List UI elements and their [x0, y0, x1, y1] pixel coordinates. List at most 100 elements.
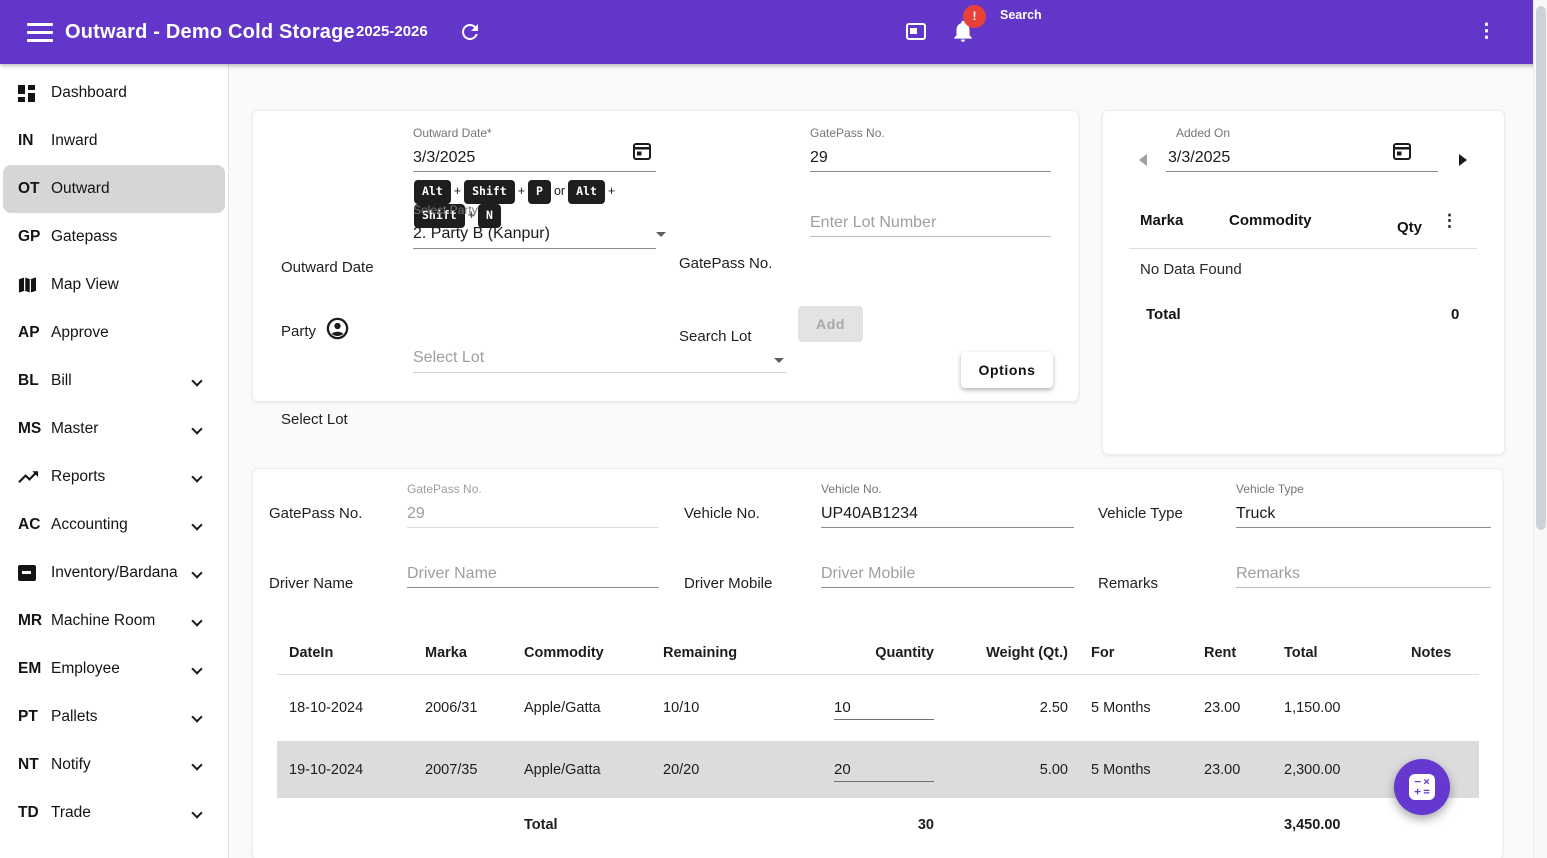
party-selected-value: 2. Party B (Kanpur) [413, 222, 656, 249]
added-on-field-group: Added On [1166, 127, 1438, 172]
driver-name-field-group [407, 561, 659, 588]
driver-name-label: Driver Name [269, 575, 353, 592]
search-lot-input[interactable] [810, 210, 1051, 237]
no-data-text: No Data Found [1140, 261, 1242, 278]
page-title: Outward - Demo Cold Storage [65, 0, 355, 64]
chevron-down-icon [191, 759, 202, 770]
person-icon [326, 317, 349, 340]
sidebar-item-outward[interactable]: OT Outward [3, 165, 225, 213]
scrollbar-thumb[interactable] [1536, 6, 1546, 530]
col-rent: Rent [1204, 645, 1284, 661]
footer-total-quantity: 30 [834, 817, 934, 833]
driver-mobile-input[interactable] [821, 561, 1074, 588]
vehicle-type-floating-label: Vehicle Type [1236, 483, 1491, 495]
vehicle-no-floating-label: Vehicle No. [821, 483, 1074, 495]
col-quantity: Quantity [834, 645, 934, 661]
sidebar-item-bill[interactable]: BL Bill [3, 357, 225, 405]
calendar-icon[interactable] [1392, 141, 1412, 161]
select-lot-select[interactable]: Select Lot [413, 346, 786, 373]
cell-rent: 23.00 [1204, 762, 1284, 778]
gatepass-field-group: GatePass No. [810, 127, 1051, 172]
cell-total: 1,150.00 [1284, 700, 1411, 716]
quantity-input[interactable] [834, 696, 934, 720]
col-datein: DateIn [277, 645, 425, 661]
added-on-panel-card: Added On Marka Commodity Qty ⋮ No Data F… [1102, 110, 1505, 455]
kbd-p: P [528, 180, 551, 204]
calendar-icon[interactable] [632, 141, 652, 161]
driver-mobile-label: Driver Mobile [684, 575, 772, 592]
table-footer-row: Total 30 3,450.00 [277, 798, 1479, 852]
sidebar-item-reports[interactable]: Reports [3, 453, 225, 501]
calculator-icon: −×+= [1409, 774, 1435, 800]
calculator-fab-button[interactable]: −×+= [1394, 759, 1450, 815]
sidebar-item-map-view[interactable]: Map View [3, 261, 225, 309]
footer-total-label: Total [524, 817, 663, 833]
col-for: For [1091, 645, 1204, 661]
search-lot-field-group [810, 210, 1051, 237]
options-button[interactable]: Options [961, 352, 1053, 388]
col-marka: Marka [425, 645, 524, 661]
sidebar-item-machine-room[interactable]: MR Machine Room [3, 597, 225, 645]
sidebar-item-inventory-bardana[interactable]: Inventory/Bardana [3, 549, 225, 597]
chevron-down-icon [191, 663, 202, 674]
lots-table-header: DateIn Marka Commodity Remaining Quantit… [277, 631, 1479, 675]
cell-total: 2,300.00 [1284, 762, 1411, 778]
menu-icon[interactable] [27, 23, 53, 42]
cell-datein: 19-10-2024 [277, 762, 425, 778]
gatepass-details-card: GatePass No. GatePass No. Vehicle No. Ve… [252, 468, 1503, 858]
remarks-input[interactable] [1236, 561, 1491, 588]
kbd-alt: Alt [414, 180, 451, 204]
quantity-input[interactable] [834, 758, 934, 782]
chevron-down-icon [191, 711, 202, 722]
outward-date-input[interactable] [413, 145, 656, 172]
vehicle-no-input[interactable] [821, 501, 1074, 528]
sidebar-item-dashboard[interactable]: Dashboard [3, 69, 225, 117]
added-on-floating-label: Added On [1166, 127, 1438, 139]
sidebar-item-trade[interactable]: TD Trade [3, 789, 225, 837]
fiscal-year-label[interactable]: 2025-2026 [356, 0, 428, 64]
panel-overflow-menu-icon[interactable]: ⋮ [1441, 211, 1458, 231]
cell-remaining: 10/10 [663, 700, 834, 716]
add-button[interactable]: Add [798, 306, 863, 342]
vehicle-type-input[interactable] [1236, 501, 1491, 528]
previous-day-arrow[interactable] [1139, 154, 1147, 166]
sidebar-item-employee[interactable]: EM Employee [3, 645, 225, 693]
refresh-icon[interactable] [458, 20, 482, 44]
gatepass-disabled-field-group: GatePass No. [407, 483, 659, 528]
gatepass-no-input[interactable] [810, 145, 1051, 172]
sidebar-item-pallets[interactable]: PT Pallets [3, 693, 225, 741]
sidebar-item-accounting[interactable]: AC Accounting [3, 501, 225, 549]
party-select[interactable]: Select Party 2. Party B (Kanpur) [413, 204, 656, 249]
gatepass-floating-label: GatePass No. [810, 127, 1051, 139]
added-col-qty: Qty [1397, 219, 1422, 236]
inventory-box-icon [18, 565, 45, 581]
sidebar-item-inward[interactable]: IN Inward [3, 117, 225, 165]
col-weight: Weight (Qt.) [934, 645, 1068, 661]
search-label[interactable]: Search [1000, 8, 1042, 22]
cell-rent: 23.00 [1204, 700, 1284, 716]
sidebar-item-notify[interactable]: NT Notify [3, 741, 225, 789]
reader-mode-icon[interactable] [906, 23, 926, 40]
overflow-menu-icon[interactable]: ⋮ [1477, 19, 1496, 45]
driver-name-input[interactable] [407, 561, 659, 588]
map-icon [18, 276, 45, 294]
cell-commodity: Apple/Gatta [524, 700, 663, 716]
sidebar-item-master[interactable]: MS Master [3, 405, 225, 453]
next-day-arrow[interactable] [1459, 154, 1467, 166]
trending-chart-icon [18, 470, 45, 484]
col-total: Total [1284, 645, 1411, 661]
cell-datein: 18-10-2024 [277, 700, 425, 716]
cell-weight: 2.50 [934, 700, 1068, 716]
remarks-label: Remarks [1098, 575, 1158, 592]
table-row: 18-10-2024 2006/31 Apple/Gatta 10/10 2.5… [277, 675, 1479, 741]
cell-marka: 2007/35 [425, 762, 524, 778]
col-commodity: Commodity [524, 645, 663, 661]
remarks-field-group [1236, 561, 1491, 588]
dropdown-arrow-icon [656, 232, 666, 237]
select-lot-placeholder: Select Lot [413, 346, 786, 373]
search-lot-label: Search Lot [679, 328, 752, 345]
app-root: Outward - Demo Cold Storage 2025-2026 ! … [0, 0, 1547, 858]
sidebar-item-approve[interactable]: AP Approve [3, 309, 225, 357]
party-floating-label: Select Party [413, 204, 656, 216]
sidebar-item-gatepass[interactable]: GP Gatepass [3, 213, 225, 261]
